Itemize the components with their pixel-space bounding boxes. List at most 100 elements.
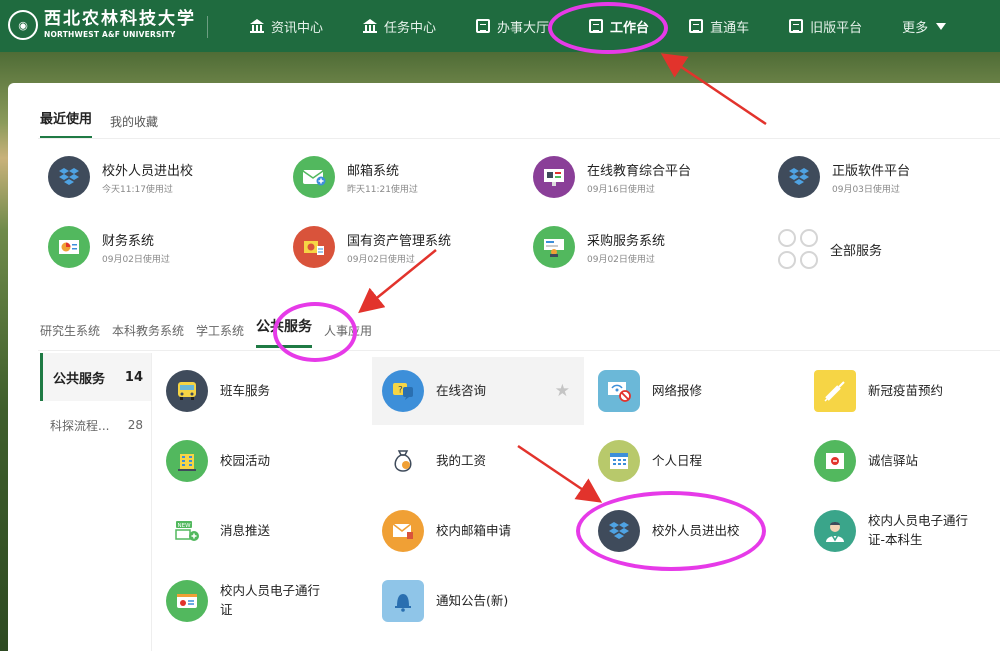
recent-item[interactable]: 国有资产管理系统 09月02日使用过 [293,226,523,268]
service-item[interactable]: 通知公告(新) [372,567,584,635]
syringe-icon [814,370,856,412]
recent-item-time: 09月02日使用过 [587,254,655,265]
tab-undergrad-system[interactable]: 本科教务系统 [112,322,184,348]
service-item[interactable]: 校外人员进出校 [588,497,800,565]
tab-favorites[interactable]: 我的收藏 [110,113,158,139]
recent-item[interactable]: 正版软件平台 09月03日使用过 [778,156,1000,198]
service-item-name: 校内人员电子通行证 [220,583,321,617]
workbench-panel: 最近使用 我的收藏 校外人员进出校 今天11:17使用过 邮箱系统 昨天11:2… [8,83,1000,651]
recent-item[interactable]: 在线教育综合平台 09月16日使用过 [533,156,763,198]
recent-item[interactable]: 邮箱系统 昨天11:21使用过 [293,156,523,198]
service-item[interactable]: 校园活动 [156,427,368,495]
doc-icon [789,19,804,33]
nav-workbench[interactable]: 工作台 [589,17,649,36]
tab-student-affairs[interactable]: 学工系统 [196,322,244,348]
service-item[interactable]: 班车服务 [156,357,368,425]
top-nav-bar: ◉ 西北农林科技大学 NORTHWEST A&F UNIVERSITY 资讯中心… [0,0,1000,52]
chart-icon [48,226,90,268]
recent-item-time: 今天11:17使用过 [102,184,173,195]
recent-item-name: 校外人员进出校 [102,163,194,179]
dropbox-icon [598,510,640,552]
service-item-name: 班车服务 [220,382,271,398]
doctor-icon [814,510,856,552]
nav-more-label: 更多 [902,20,929,36]
main-nav: 资讯中心 任务中心 办事大厅 工作台 直通车 旧版平台 更多 如 [250,0,1000,52]
tab-public-services[interactable]: 公共服务 [256,316,313,348]
sidebar-item-count: 14 [124,369,143,385]
service-item[interactable]: 校内人员电子通行证-本科生 [804,497,1000,565]
service-item[interactable]: 我的工资 [372,427,584,495]
sidebar-item-public-services[interactable]: 公共服务 14 [40,353,151,401]
service-item-name: 在线咨询 [436,382,487,398]
nav-old-platform-label: 旧版平台 [810,20,863,36]
caret-down-icon [936,22,947,30]
nav-express[interactable]: 直通车 [689,17,749,36]
divider [207,16,208,38]
nav-tasks[interactable]: 任务中心 [363,17,436,36]
calendar-icon [598,440,640,482]
university-logo[interactable]: ◉ 西北农林科技大学 NORTHWEST A&F UNIVERSITY [8,10,196,40]
certificate-icon [814,440,856,482]
asset-icon [293,226,335,268]
sidebar-item-count: 28 [127,418,143,432]
service-item[interactable]: NEW 消息推送 [156,497,368,565]
service-item[interactable]: 校内邮箱申请 [372,497,584,565]
service-item[interactable]: 新冠疫苗预约 [804,357,1000,425]
logo-en-text: NORTHWEST A&F UNIVERSITY [44,30,176,40]
pass-card-icon [166,580,208,622]
nav-old-platform[interactable]: 旧版平台 [789,17,862,36]
network-repair-icon [598,370,640,412]
recent-item[interactable]: 校外人员进出校 今天11:17使用过 [48,156,278,198]
category-tabs: 研究生系统 本科教务系统 学工系统 公共服务 人事应用 [40,316,384,348]
mail-icon [293,156,335,198]
recent-item[interactable]: 财务系统 09月02日使用过 [48,226,278,268]
sidebar-item-label: 科探流程... [50,418,110,433]
svg-text:NEW: NEW [178,523,192,529]
bank-icon [363,19,378,33]
service-item-name: 校内邮箱申请 [436,522,512,538]
nav-more[interactable]: 更多 [902,17,947,36]
service-item-name: 网络报修 [652,382,703,398]
logo-cn-text: 西北农林科技大学 [44,9,196,30]
nav-tasks-label: 任务中心 [384,20,437,36]
service-item-name: 诚信驿站 [868,452,919,468]
tab-graduate-system[interactable]: 研究生系统 [40,322,100,348]
tab-recent[interactable]: 最近使用 [40,108,93,139]
service-item[interactable]: 诚信驿站 [804,427,1000,495]
service-item-name: 通知公告(新) [436,592,509,608]
service-sidebar: 公共服务 14 科探流程... 28 [40,353,152,651]
recent-item-name: 邮箱系统 [347,163,400,179]
nav-workbench-label: 工作台 [610,20,650,36]
recent-item-name: 在线教育综合平台 [587,163,692,179]
divider [38,350,1000,351]
recent-item-time: 09月02日使用过 [102,254,170,265]
presentation-icon [533,156,575,198]
sidebar-item-research[interactable]: 科探流程... 28 [40,401,151,449]
recent-item-time: 09月03日使用过 [832,184,900,195]
recent-item[interactable]: 采购服务系统 09月02日使用过 [533,226,763,268]
bell-icon [382,580,424,622]
tab-hr-apps[interactable]: 人事应用 [324,322,372,348]
nav-service-hall[interactable]: 办事大厅 [476,17,549,36]
nav-news[interactable]: 资讯中心 [250,17,323,36]
svg-text:?: ? [398,386,403,396]
chat-icon: ? [382,370,424,412]
recent-item-time: 09月02日使用过 [347,254,415,265]
service-item[interactable]: 校内人员电子通行证 [156,567,368,635]
service-item[interactable]: 网络报修 [588,357,800,425]
nav-express-label: 直通车 [710,20,750,36]
money-bag-icon [382,440,424,482]
all-services-button[interactable]: 全部服务 [778,229,1000,269]
service-item-name: 校外人员进出校 [652,522,740,538]
star-icon[interactable]: ★ [555,381,570,401]
recent-favorites-tabs: 最近使用 我的收藏 [40,108,176,139]
service-item[interactable]: 个人日程 [588,427,800,495]
recent-item-name: 正版软件平台 [832,163,911,179]
doc-edit-icon [476,19,491,33]
sidebar-item-label: 公共服务 [53,371,106,387]
building-icon [166,440,208,482]
service-item[interactable]: ? 在线咨询 ★ [372,357,584,425]
nav-service-hall-label: 办事大厅 [497,20,550,36]
purchase-icon [533,226,575,268]
nav-news-label: 资讯中心 [271,20,324,36]
